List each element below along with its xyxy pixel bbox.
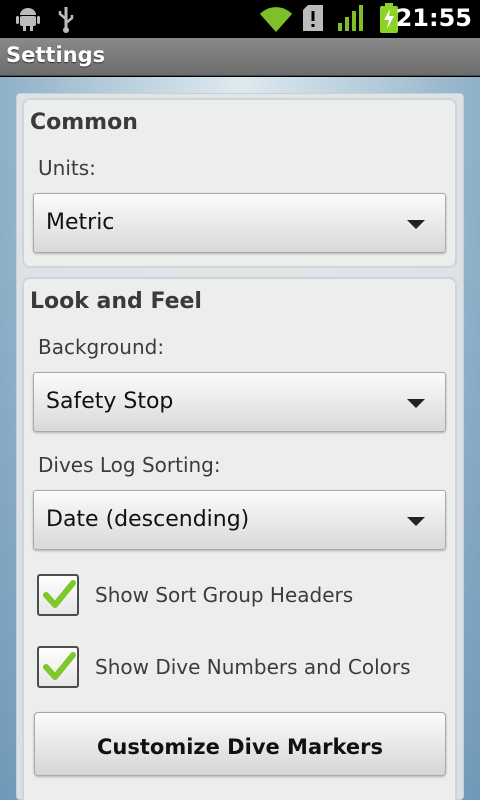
usb-icon (56, 5, 76, 37)
dropdown-arrow-icon (407, 517, 425, 526)
look-and-feel-section-title: Look and Feel (30, 289, 202, 314)
signal-icon (338, 5, 364, 35)
background-label: Background: (38, 335, 165, 359)
dropdown-arrow-icon (407, 220, 425, 229)
dives-log-sorting-value: Date (descending) (46, 507, 250, 532)
common-section-title: Common (30, 110, 138, 135)
page-title: Settings (6, 43, 106, 67)
customize-dive-markers-button[interactable]: Customize Dive Markers (34, 712, 446, 776)
show-dive-numbers-checkbox[interactable] (37, 646, 79, 688)
show-sort-group-headers-label: Show Sort Group Headers (95, 583, 354, 607)
checkmark-icon (43, 580, 76, 608)
android-debug-icon (16, 5, 40, 35)
dropdown-arrow-icon (407, 399, 425, 408)
title-bar: Settings (0, 38, 480, 76)
background-spinner[interactable]: Safety Stop (33, 372, 446, 432)
clock: 21:55 (395, 4, 472, 32)
show-sort-group-headers-row[interactable]: Show Sort Group Headers (37, 574, 447, 618)
checkmark-icon (43, 652, 76, 680)
customize-dive-markers-label: Customize Dive Markers (97, 735, 383, 759)
show-dive-numbers-row[interactable]: Show Dive Numbers and Colors (37, 646, 447, 690)
units-label: Units: (38, 156, 96, 180)
show-dive-numbers-label: Show Dive Numbers and Colors (95, 655, 411, 679)
units-value: Metric (46, 210, 115, 235)
units-spinner[interactable]: Metric (33, 193, 446, 253)
background-value: Safety Stop (46, 389, 174, 414)
dives-log-sorting-spinner[interactable]: Date (descending) (33, 490, 446, 550)
wifi-icon (259, 6, 293, 36)
sd-card-alert-icon (303, 5, 323, 35)
show-sort-group-headers-checkbox[interactable] (37, 574, 79, 616)
status-bar: 21:55 (0, 0, 480, 38)
dives-log-sorting-label: Dives Log Sorting: (38, 453, 221, 477)
